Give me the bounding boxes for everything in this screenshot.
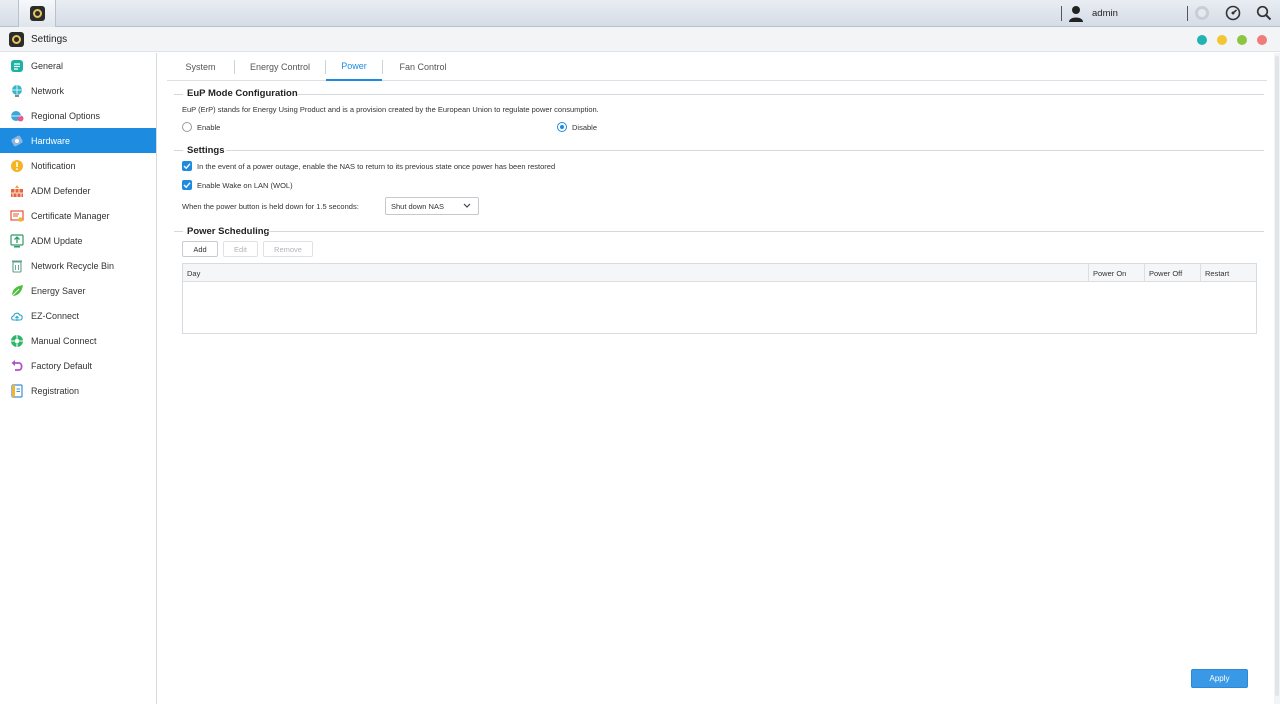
dashboard-icon[interactable] xyxy=(1225,5,1241,21)
column-header-power-on[interactable]: Power On xyxy=(1088,264,1144,282)
section-divider xyxy=(174,150,183,151)
eup-description: EuP (ErP) stands for Energy Using Produc… xyxy=(182,105,599,114)
manual-connect-icon xyxy=(11,334,23,347)
wol-label[interactable]: Enable Wake on LAN (WOL) xyxy=(197,181,293,190)
sidebar-item-regional-options[interactable]: Regional Options xyxy=(0,103,156,128)
taskbar-divider xyxy=(1187,6,1188,21)
regional-globe-icon xyxy=(11,110,24,121)
sidebar-item-manual-connect[interactable]: Manual Connect xyxy=(0,328,156,353)
sidebar-item-adm-update[interactable]: ADM Update xyxy=(0,228,156,253)
tab-fan-control[interactable]: Fan Control xyxy=(383,53,463,81)
update-icon xyxy=(10,233,24,247)
sidebar-item-ez-connect[interactable]: EZ-Connect xyxy=(0,303,156,328)
power-button-label: When the power button is held down for 1… xyxy=(182,202,359,211)
apply-button[interactable]: Apply xyxy=(1191,669,1248,688)
remove-schedule-button[interactable]: Remove xyxy=(263,241,313,257)
eup-disable-radio[interactable] xyxy=(557,122,567,132)
sidebar-item-energy-saver[interactable]: Energy Saver xyxy=(0,278,156,303)
eup-enable-label[interactable]: Enable xyxy=(197,123,220,132)
settings-section-title: Settings xyxy=(187,145,225,156)
checkmark-icon xyxy=(183,182,191,189)
column-header-day[interactable]: Day xyxy=(183,264,1088,282)
edit-schedule-button[interactable]: Edit xyxy=(223,241,258,257)
power-button-select[interactable]: Shut down NAS xyxy=(385,197,479,215)
window-maximize-button[interactable] xyxy=(1237,35,1247,45)
schedule-table: Day Power On Power Off Restart xyxy=(182,263,1257,334)
scheduling-section-title: Power Scheduling xyxy=(187,226,270,237)
eup-section-title: EuP Mode Configuration xyxy=(187,88,298,99)
section-divider xyxy=(226,150,1264,151)
tab-bar: System Energy Control Power Fan Control xyxy=(167,53,1267,81)
section-divider xyxy=(267,231,1264,232)
user-icon[interactable] xyxy=(1068,5,1084,22)
window-close-button[interactable] xyxy=(1257,35,1267,45)
sidebar-item-factory-default[interactable]: Factory Default xyxy=(0,353,156,378)
schedule-table-header: Day Power On Power Off Restart xyxy=(183,264,1256,282)
window-minimize-button[interactable] xyxy=(1217,35,1227,45)
cloud-upload-icon xyxy=(11,312,23,321)
restore-power-checkbox[interactable] xyxy=(182,161,192,171)
defender-firewall-icon xyxy=(11,184,23,197)
settings-gear-icon xyxy=(9,32,24,47)
sidebar-item-notification[interactable]: Notification xyxy=(0,153,156,178)
scrollbar-thumb[interactable] xyxy=(1275,56,1279,696)
undo-arrow-icon xyxy=(11,359,23,371)
taskbar-divider xyxy=(1061,6,1062,21)
general-icon xyxy=(11,59,23,72)
taskbar: admin xyxy=(0,0,1280,27)
sidebar-item-hardware[interactable]: Hardware xyxy=(0,128,156,153)
notification-icon[interactable] xyxy=(1194,5,1210,21)
sidebar-item-adm-defender[interactable]: ADM Defender xyxy=(0,178,156,203)
sidebar-item-network-recycle-bin[interactable]: Network Recycle Bin xyxy=(0,253,156,278)
eup-enable-radio[interactable] xyxy=(182,122,192,132)
add-schedule-button[interactable]: Add xyxy=(182,241,218,257)
section-divider xyxy=(174,94,183,95)
sidebar: General Network Regional Options Hardwar… xyxy=(0,53,157,704)
tab-system[interactable]: System xyxy=(167,53,234,81)
window-restore-button[interactable] xyxy=(1197,35,1207,45)
certificate-icon xyxy=(10,209,24,222)
username-label[interactable]: admin xyxy=(1092,8,1118,19)
section-divider xyxy=(297,94,1264,95)
sidebar-item-registration[interactable]: Registration xyxy=(0,378,156,403)
power-button-select-value: Shut down NAS xyxy=(391,201,444,211)
search-icon[interactable] xyxy=(1256,5,1272,21)
window-titlebar: Settings xyxy=(0,27,1280,52)
hardware-icon xyxy=(11,135,23,146)
sidebar-item-network[interactable]: Network xyxy=(0,78,156,103)
sidebar-item-certificate-manager[interactable]: Certificate Manager xyxy=(0,203,156,228)
tab-energy-control[interactable]: Energy Control xyxy=(235,53,325,81)
registration-icon xyxy=(11,383,23,398)
restore-power-label[interactable]: In the event of a power outage, enable t… xyxy=(197,162,555,171)
chevron-down-icon xyxy=(463,203,471,208)
energy-leaf-icon xyxy=(11,284,23,296)
settings-gear-icon xyxy=(29,6,45,21)
eup-disable-label[interactable]: Disable xyxy=(572,123,597,132)
taskbar-settings-app[interactable] xyxy=(18,0,56,27)
recycle-bin-icon xyxy=(12,260,22,273)
sidebar-item-general[interactable]: General xyxy=(0,53,156,78)
wol-checkbox[interactable] xyxy=(182,180,192,190)
network-globe-icon xyxy=(12,84,22,97)
tab-power[interactable]: Power xyxy=(326,53,382,81)
checkmark-icon xyxy=(183,163,191,170)
column-header-power-off[interactable]: Power Off xyxy=(1144,264,1200,282)
section-divider xyxy=(174,231,183,232)
window-title: Settings xyxy=(31,34,68,45)
notification-icon xyxy=(11,159,23,172)
column-header-restart[interactable]: Restart xyxy=(1200,264,1256,282)
